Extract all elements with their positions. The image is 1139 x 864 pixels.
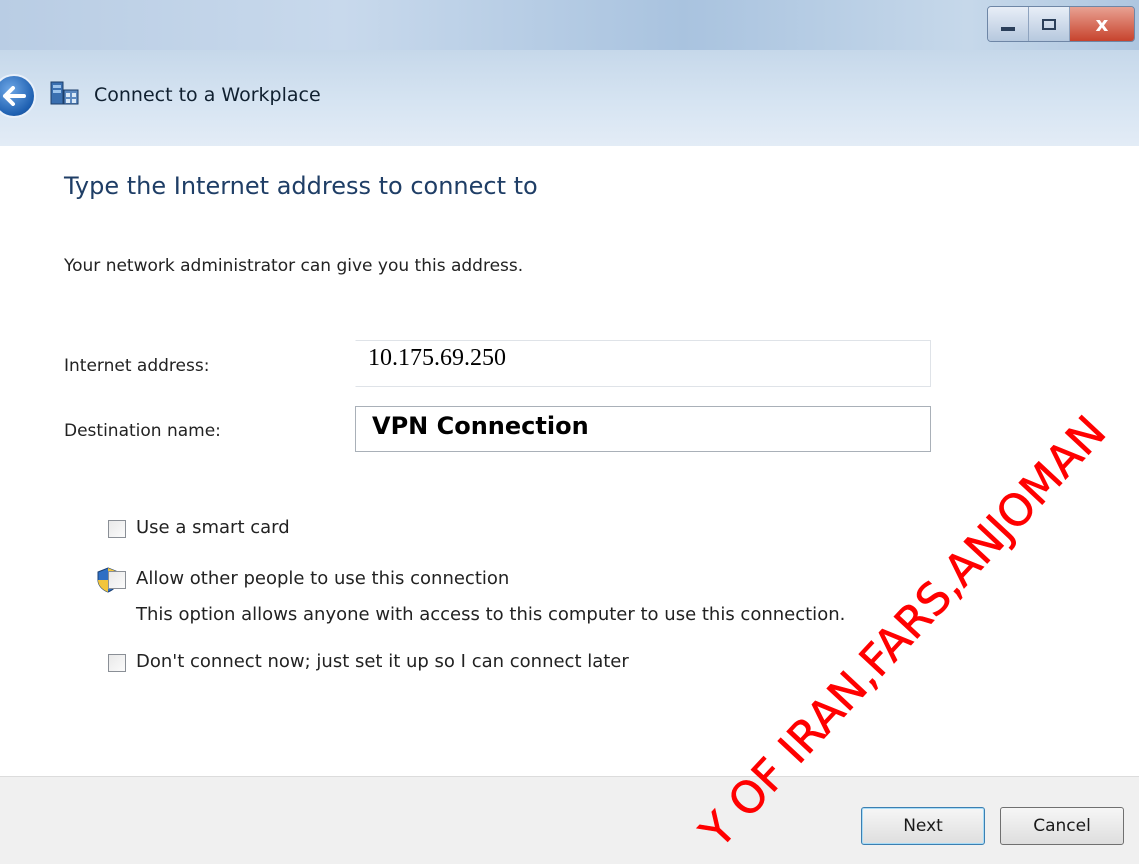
cancel-button[interactable]: Cancel — [1000, 807, 1124, 845]
connect-later-checkbox[interactable] — [108, 654, 126, 672]
internet-address-value: 10.175.69.250 — [368, 345, 506, 371]
maximize-button[interactable] — [1029, 7, 1070, 41]
window-title: Connect to a Workplace — [94, 84, 321, 106]
allow-others-description: This option allows anyone with access to… — [136, 604, 846, 625]
maximize-icon — [1042, 18, 1056, 30]
window-controls: x — [987, 6, 1135, 42]
minimize-icon — [1001, 27, 1015, 31]
connect-later-label: Don't connect now; just set it up so I c… — [136, 651, 629, 672]
title-bar — [0, 0, 1139, 50]
destination-name-label: Destination name: — [64, 421, 221, 441]
network-workplace-icon — [50, 81, 79, 105]
back-arrow-icon — [3, 86, 26, 106]
internet-address-label: Internet address: — [64, 356, 210, 376]
allow-others-label: Allow other people to use this connectio… — [136, 568, 510, 589]
minimize-button[interactable] — [988, 7, 1029, 41]
destination-name-value: VPN Connection — [372, 412, 589, 440]
close-button[interactable]: x — [1070, 7, 1134, 41]
smart-card-checkbox[interactable] — [108, 520, 126, 538]
allow-others-checkbox[interactable] — [108, 571, 126, 589]
page-instructions: Your network administrator can give you … — [64, 256, 524, 276]
page-heading: Type the Internet address to connect to — [64, 172, 538, 200]
next-button[interactable]: Next — [861, 807, 985, 845]
smart-card-label: Use a smart card — [136, 517, 290, 538]
close-icon: x — [1095, 12, 1109, 36]
